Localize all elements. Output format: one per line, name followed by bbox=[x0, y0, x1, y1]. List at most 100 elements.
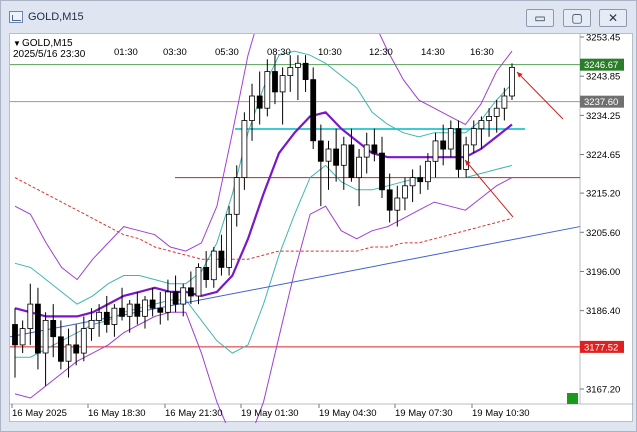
candle-body bbox=[463, 144, 470, 170]
candle-body bbox=[264, 71, 271, 109]
candle-body bbox=[42, 319, 49, 354]
top-time-label: 01:30 bbox=[114, 47, 138, 58]
candle-body bbox=[249, 95, 255, 121]
candle-body bbox=[27, 303, 34, 330]
candle-body bbox=[279, 75, 286, 93]
price-tick-label: 3205.60 bbox=[586, 228, 620, 239]
candle-body bbox=[241, 120, 248, 178]
candle-body bbox=[149, 299, 156, 309]
candle-body bbox=[486, 116, 493, 121]
price-axis: 3253.45 3243.85 3234.25 3224.65 3215.20 3205.… bbox=[580, 33, 624, 396]
price-tick-label: 3243.85 bbox=[586, 72, 620, 83]
top-time-label: 05:30 bbox=[215, 47, 239, 58]
candle-body bbox=[317, 140, 324, 162]
candle-body bbox=[478, 120, 485, 130]
time-tick-label: 16 May 2025 bbox=[12, 408, 67, 419]
candle-body bbox=[65, 344, 72, 362]
chart-header: ▼ GOLD,M15 2025/5/16 23:30 bbox=[13, 38, 86, 60]
candle-body bbox=[348, 144, 355, 178]
candle-body bbox=[371, 144, 378, 154]
top-time-label: 10:30 bbox=[318, 47, 342, 58]
title-bar[interactable]: GOLD,M15 ▭ ▢ ✕ bbox=[1, 1, 636, 34]
trendline-layer bbox=[9, 226, 581, 338]
top-time-labels: 01:30 03:30 05:30 08:30 10:30 12:30 14:30 16:30 bbox=[114, 47, 494, 58]
candle-body bbox=[73, 344, 80, 354]
arrow-line-mid bbox=[464, 159, 514, 218]
candle-body bbox=[19, 328, 26, 346]
time-tick-label: 16 May 21:30 bbox=[165, 408, 223, 419]
ma-long bbox=[14, 177, 513, 260]
candle-body bbox=[325, 148, 332, 162]
header-cursor-time: 2025/5/16 23:30 bbox=[13, 49, 86, 60]
restore-icon: ▢ bbox=[571, 11, 583, 25]
candle-body bbox=[509, 67, 515, 97]
candle-body bbox=[470, 128, 477, 146]
price-chart[interactable]: 3253.45 3243.85 3234.25 3224.65 3215.20 3205.… bbox=[9, 0, 634, 432]
candle-body bbox=[195, 266, 202, 297]
bb-outer-lower bbox=[14, 177, 513, 432]
candle-body bbox=[164, 291, 171, 313]
candle-body bbox=[501, 95, 508, 109]
chart-area[interactable]: 3253.45 3243.85 3234.25 3224.65 3215.20 3205.… bbox=[9, 0, 634, 432]
price-tick-label: 3167.20 bbox=[586, 385, 620, 396]
candle-body bbox=[379, 152, 385, 191]
candle-body bbox=[333, 148, 340, 166]
candle-body bbox=[157, 307, 164, 313]
arrow-line-top bbox=[516, 71, 564, 120]
header-triangle-icon: ▼ bbox=[13, 39, 21, 48]
price-tick-label: 3253.45 bbox=[586, 34, 620, 44]
candle-body bbox=[134, 303, 141, 317]
price-tick-label: 3234.25 bbox=[586, 111, 620, 122]
candle-body bbox=[386, 189, 393, 211]
candle-body bbox=[302, 62, 309, 80]
close-icon: ✕ bbox=[607, 11, 619, 25]
candle-body bbox=[96, 311, 102, 321]
candle-body bbox=[294, 62, 301, 68]
candle-body bbox=[172, 291, 179, 305]
price-tick-label: 3186.40 bbox=[586, 306, 620, 317]
bollinger-bands bbox=[14, 0, 513, 432]
candle-body bbox=[409, 177, 416, 187]
top-time-label: 16:30 bbox=[470, 47, 494, 58]
candle-body bbox=[50, 319, 57, 338]
candle-body bbox=[226, 213, 233, 268]
price-tag-label-0: 3246.67 bbox=[584, 60, 618, 71]
candle-body bbox=[34, 303, 41, 354]
candle-body bbox=[363, 144, 370, 158]
candle-body bbox=[310, 79, 317, 142]
close-button[interactable]: ✕ bbox=[599, 9, 627, 27]
autoscroll-indicator[interactable] bbox=[567, 393, 578, 404]
price-tick-label: 3224.65 bbox=[586, 150, 620, 161]
top-time-label: 14:30 bbox=[421, 47, 445, 58]
candle-body bbox=[356, 156, 363, 178]
candle-body bbox=[447, 128, 454, 150]
restore-button[interactable]: ▢ bbox=[563, 9, 591, 27]
candle-body bbox=[272, 71, 278, 93]
header-symbol: GOLD,M15 bbox=[22, 38, 73, 49]
candle-body bbox=[493, 107, 500, 117]
candle-body bbox=[142, 299, 148, 317]
minimize-button[interactable]: ▭ bbox=[526, 9, 554, 27]
candle-body bbox=[440, 140, 447, 150]
time-tick-label: 16 May 18:30 bbox=[88, 408, 146, 419]
candle-body bbox=[432, 140, 439, 162]
top-time-label: 08:30 bbox=[267, 47, 291, 58]
candle-body bbox=[340, 144, 347, 166]
candle-body bbox=[287, 67, 294, 77]
candle-body bbox=[233, 177, 240, 215]
window-title: GOLD,M15 bbox=[28, 11, 84, 23]
time-tick-label: 19 May 01:30 bbox=[241, 408, 299, 419]
candle-body bbox=[12, 324, 18, 346]
candle-body bbox=[417, 177, 424, 183]
candle-body bbox=[80, 328, 87, 354]
candle-body bbox=[119, 307, 125, 317]
time-tick-label: 19 May 10:30 bbox=[472, 408, 530, 419]
candle-body bbox=[256, 95, 263, 109]
candle-body bbox=[203, 266, 210, 280]
trendline bbox=[9, 226, 581, 338]
candle-body bbox=[187, 287, 194, 297]
candle-body bbox=[88, 319, 95, 329]
price-tag-label-2: 3177.52 bbox=[584, 342, 618, 353]
minimize-icon: ▭ bbox=[534, 11, 546, 25]
candle-body bbox=[180, 287, 187, 305]
